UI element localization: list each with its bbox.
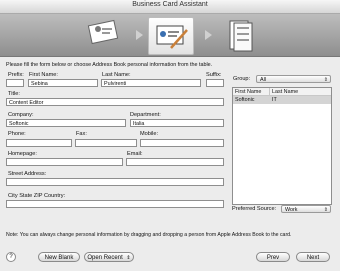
cell-last-name: IT bbox=[272, 97, 277, 103]
chevron-updown-icon: ⇕ bbox=[323, 77, 328, 83]
column-first-name[interactable]: First Name bbox=[233, 88, 269, 96]
form-instructions: Please fill the form below or choose Add… bbox=[6, 62, 213, 68]
prev-button[interactable]: Prev bbox=[256, 252, 290, 262]
arrow-right-icon bbox=[205, 30, 212, 40]
email-field[interactable] bbox=[126, 158, 224, 166]
street-address-label: Street Address: bbox=[8, 171, 47, 177]
open-recent-label: Open Recent bbox=[87, 255, 123, 261]
preferred-source-value: Work bbox=[285, 207, 298, 213]
new-blank-button[interactable]: New Blank bbox=[38, 252, 80, 262]
title-field[interactable]: Content Editor bbox=[6, 98, 224, 106]
city-state-zip-label: City State ZIP Country: bbox=[8, 193, 66, 199]
phone-field[interactable] bbox=[6, 139, 72, 147]
column-last-name[interactable]: Last Name bbox=[269, 88, 331, 96]
print-cards-icon bbox=[220, 17, 264, 53]
table-row[interactable]: Softonic IT bbox=[233, 96, 331, 104]
prefix-field[interactable] bbox=[6, 79, 24, 87]
chevron-updown-icon: ⇕ bbox=[323, 207, 328, 213]
company-field[interactable]: Softonic bbox=[6, 119, 126, 127]
last-name-label: Last Name: bbox=[102, 72, 131, 78]
suffix-field[interactable] bbox=[206, 79, 224, 87]
business-card-assistant-window: Business Card Assistant Please fill the … bbox=[0, 0, 340, 271]
preferred-source-popup[interactable]: Work ⇕ bbox=[281, 205, 331, 213]
last-name-field[interactable]: Pulvirenti bbox=[101, 79, 201, 87]
footer-note: Note: You can always change personal inf… bbox=[6, 232, 292, 238]
wizard-steps-banner bbox=[0, 14, 340, 57]
department-label: Department: bbox=[130, 112, 161, 118]
first-name-label: First Name: bbox=[29, 72, 58, 78]
homepage-field[interactable] bbox=[6, 158, 123, 166]
department-field[interactable]: Italia bbox=[130, 119, 224, 127]
email-label: Email: bbox=[127, 151, 143, 157]
window-title: Business Card Assistant bbox=[132, 1, 208, 8]
preferred-source-label: Preferred Source: bbox=[232, 206, 277, 212]
group-label: Group: bbox=[233, 76, 251, 82]
chevron-updown-icon: ⇕ bbox=[126, 255, 131, 261]
help-button[interactable]: ? bbox=[6, 252, 16, 262]
next-button[interactable]: Next bbox=[296, 252, 330, 262]
suffix-label: Suffix: bbox=[206, 72, 222, 78]
phone-label: Phone: bbox=[8, 131, 26, 137]
mobile-label: Mobile: bbox=[140, 131, 159, 137]
mobile-field[interactable] bbox=[140, 139, 224, 147]
title-label: Title: bbox=[8, 91, 20, 97]
arrow-right-icon bbox=[136, 30, 143, 40]
open-recent-button[interactable]: Open Recent ⇕ bbox=[84, 252, 134, 262]
street-address-field[interactable] bbox=[6, 178, 224, 186]
city-state-zip-field[interactable] bbox=[6, 200, 224, 208]
fax-label: Fax: bbox=[76, 131, 87, 137]
first-name-field[interactable]: Sebina bbox=[28, 79, 98, 87]
group-value: All bbox=[260, 77, 266, 83]
address-book-table[interactable]: First Name Last Name Softonic IT bbox=[232, 87, 332, 205]
company-label: Company: bbox=[8, 112, 34, 118]
group-popup[interactable]: All ⇕ bbox=[256, 75, 331, 83]
title-bar: Business Card Assistant bbox=[0, 0, 340, 14]
fax-field[interactable] bbox=[75, 139, 137, 147]
homepage-label: Homepage: bbox=[8, 151, 37, 157]
contact-card-icon bbox=[84, 17, 128, 53]
prefix-label: Prefix: bbox=[8, 72, 24, 78]
cell-first-name: Softonic bbox=[235, 97, 255, 103]
pen-card-icon bbox=[148, 17, 194, 55]
